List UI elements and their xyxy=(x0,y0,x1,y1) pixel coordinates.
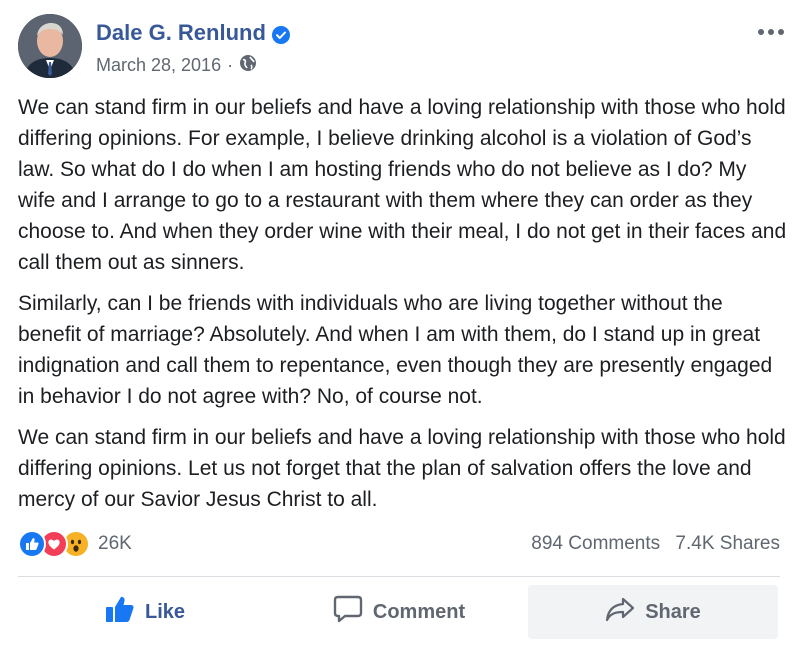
reactions-count[interactable]: 26K xyxy=(98,533,132,555)
like-label: Like xyxy=(144,600,186,623)
thumbs-up-icon xyxy=(105,595,135,629)
shares-count[interactable]: 7.4K Shares xyxy=(675,533,780,554)
comments-count[interactable]: 894 Comments xyxy=(531,533,660,554)
post-actions: Like Comment Share xyxy=(18,585,780,639)
globe-icon xyxy=(239,54,257,77)
post-paragraph: We can stand firm in our beliefs and hav… xyxy=(18,426,786,511)
comment-label: Comment xyxy=(372,600,466,623)
post-date[interactable]: March 28, 2016 xyxy=(96,55,221,76)
share-label: Share xyxy=(645,600,701,623)
like-reaction-icon xyxy=(18,530,46,558)
post-body: We can stand firm in our beliefs and hav… xyxy=(18,92,788,525)
verified-badge-icon xyxy=(271,24,290,44)
reactions-summary[interactable]: 26K xyxy=(18,530,132,558)
like-button[interactable]: Like xyxy=(20,585,270,639)
avatar[interactable] xyxy=(18,14,82,78)
post-paragraph: We can stand firm in our beliefs and hav… xyxy=(18,96,787,274)
more-options-icon[interactable] xyxy=(756,22,786,42)
comment-icon xyxy=(333,595,363,629)
divider xyxy=(18,576,780,577)
meta-separator: · xyxy=(227,55,234,75)
post-meta: March 28, 2016 · xyxy=(96,54,257,77)
engagement-counts: 894 Comments 7.4K Shares xyxy=(521,533,780,555)
share-arrow-icon xyxy=(605,596,635,628)
author-name-row: Dale G. Renlund xyxy=(96,20,290,46)
post-stats: 26K 894 Comments 7.4K Shares xyxy=(18,528,780,562)
share-button[interactable]: Share xyxy=(528,585,778,639)
comment-button[interactable]: Comment xyxy=(274,585,524,639)
post-paragraph: Similarly, can I be friends with individ… xyxy=(18,292,773,408)
post-header: Dale G. Renlund March 28, 2016 · xyxy=(18,14,788,84)
author-name[interactable]: Dale G. Renlund xyxy=(96,20,266,46)
facebook-post: Dale G. Renlund March 28, 2016 · We can … xyxy=(0,0,800,647)
